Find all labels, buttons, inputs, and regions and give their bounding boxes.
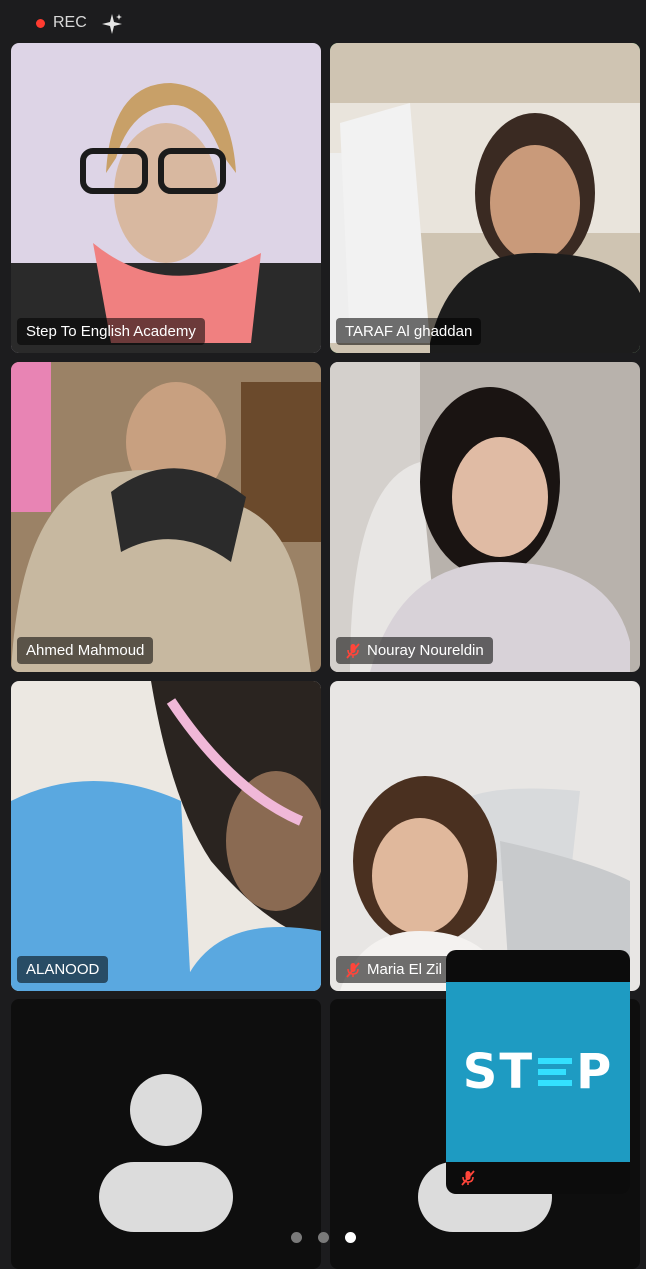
participant-name: ALANOOD bbox=[17, 956, 109, 983]
rec-label: REC bbox=[53, 14, 87, 31]
logo-text-right: P bbox=[576, 1044, 614, 1100]
step-logo: ST P bbox=[446, 982, 630, 1162]
video-tile-active-speaker[interactable]: TARAF Al ghaddan bbox=[330, 43, 640, 353]
participant-video bbox=[330, 43, 640, 353]
microphone-muted-icon bbox=[346, 642, 360, 659]
participant-name: TARAF Al ghaddan bbox=[336, 318, 482, 345]
participant-video bbox=[330, 681, 640, 991]
participant-video bbox=[330, 362, 640, 672]
video-tile[interactable]: Ahmed Mahmoud bbox=[11, 362, 321, 672]
participant-name: Ahmed Mahmoud bbox=[17, 637, 154, 664]
participant-video bbox=[11, 43, 321, 353]
logo-text-left: ST bbox=[462, 1044, 535, 1100]
participant-name: Maria El Zil bbox=[336, 956, 452, 983]
page-dot[interactable] bbox=[290, 1232, 302, 1243]
video-tile[interactable]: Maria El Zil bbox=[330, 681, 640, 991]
recording-indicator[interactable]: REC bbox=[36, 14, 87, 32]
microphone-muted-icon bbox=[346, 961, 360, 978]
logo-bars-icon bbox=[538, 1058, 573, 1086]
video-tile[interactable]: Nouray Noureldin bbox=[330, 362, 640, 672]
page-dot-current[interactable] bbox=[344, 1232, 356, 1243]
participant-name: Step To English Academy bbox=[17, 318, 205, 345]
page-indicator bbox=[0, 1232, 646, 1250]
participant-video bbox=[11, 362, 321, 672]
floating-self-view[interactable]: ST P bbox=[446, 950, 630, 1194]
default-avatar-icon bbox=[99, 1074, 233, 1232]
top-bar: REC bbox=[0, 0, 646, 44]
participant-video bbox=[11, 681, 321, 991]
video-tile[interactable]: Step To English Academy bbox=[11, 43, 321, 353]
record-dot-icon bbox=[36, 18, 45, 28]
video-tile[interactable]: ALANOOD bbox=[11, 681, 321, 991]
sparkle-icon[interactable] bbox=[100, 12, 124, 36]
video-tile-no-video[interactable] bbox=[11, 999, 321, 1269]
microphone-muted-icon bbox=[461, 1170, 475, 1186]
participant-name: Nouray Noureldin bbox=[336, 637, 493, 664]
page-dot[interactable] bbox=[317, 1232, 329, 1243]
